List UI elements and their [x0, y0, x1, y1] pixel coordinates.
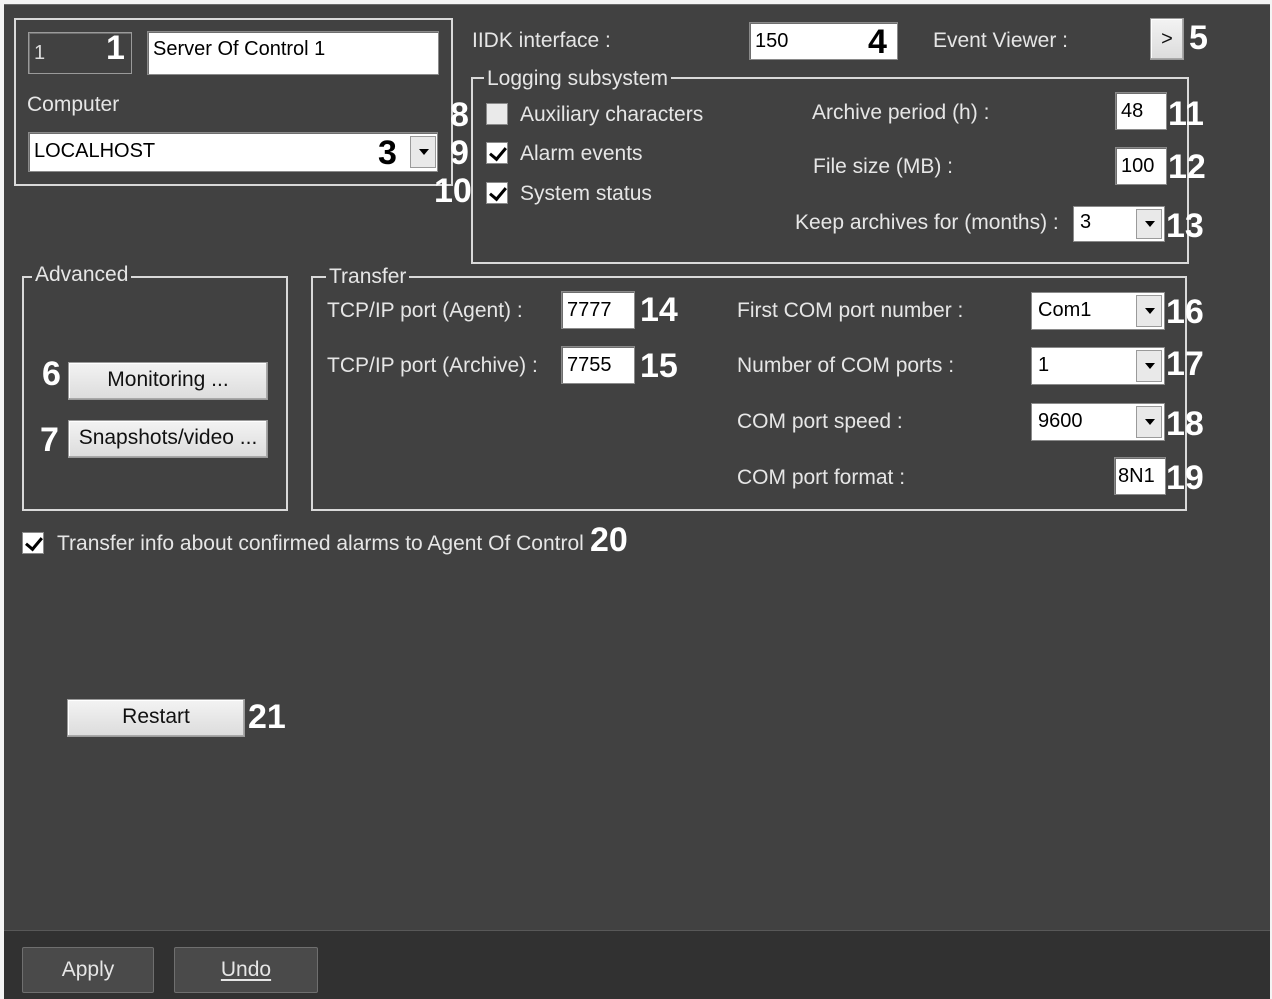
com-speed-value: 9600 [1038, 410, 1083, 432]
callout-18: 18 [1166, 405, 1204, 443]
first-com-label: First COM port number : [737, 299, 964, 322]
keep-archives-label: Keep archives for (months) : [795, 211, 1059, 234]
callout-11: 11 [1168, 95, 1204, 133]
first-com-select[interactable]: Com1 [1031, 292, 1165, 330]
event-viewer-button[interactable]: > [1150, 18, 1184, 60]
num-com-label: Number of COM ports : [737, 354, 955, 377]
com-format-field[interactable]: 8N1 [1114, 457, 1166, 495]
event-viewer-label: Event Viewer : [933, 29, 1069, 52]
num-com-select[interactable]: 1 [1031, 347, 1165, 385]
callout-17: 17 [1166, 345, 1204, 383]
alarm-events-checkbox[interactable] [486, 142, 508, 164]
tcp-archive-field[interactable]: 7755 [561, 346, 635, 384]
chevron-down-icon[interactable] [410, 136, 436, 168]
callout-9: 9 [450, 134, 469, 172]
callout-2: 2 [410, 35, 429, 73]
callout-15: 15 [640, 347, 678, 385]
transfer-confirmed-label: Transfer info about confirmed alarms to … [57, 532, 584, 555]
com-speed-label: COM port speed : [737, 410, 903, 433]
callout-7: 7 [40, 421, 59, 459]
callout-21: 21 [248, 698, 286, 736]
callout-5: 5 [1189, 19, 1208, 57]
chevron-down-icon[interactable] [1136, 209, 1162, 239]
logging-title: Logging subsystem [484, 67, 671, 91]
alarm-events-label: Alarm events [520, 142, 643, 165]
callout-6: 6 [42, 355, 61, 393]
callout-8: 8 [450, 96, 469, 134]
apply-button[interactable]: Apply [22, 947, 154, 993]
callout-1: 1 [106, 29, 125, 67]
undo-button[interactable]: Undo [174, 947, 318, 993]
keep-archives-value: 3 [1080, 211, 1092, 233]
snapshots-video-button[interactable]: Snapshots/video ... [68, 420, 268, 458]
system-status-label: System status [520, 182, 652, 205]
callout-16: 16 [1166, 293, 1204, 331]
computer-dropdown[interactable] [404, 134, 436, 170]
chevron-down-icon[interactable] [1136, 406, 1162, 438]
callout-3: 3 [378, 134, 397, 172]
callout-19: 19 [1166, 459, 1204, 497]
chevron-down-icon[interactable] [1136, 350, 1162, 382]
com-format-label: COM port format : [737, 466, 906, 489]
computer-field[interactable]: LOCALHOST [28, 132, 438, 172]
transfer-title: Transfer [326, 265, 410, 289]
system-status-checkbox[interactable] [486, 182, 508, 204]
callout-13: 13 [1166, 207, 1204, 245]
transfer-confirmed-checkbox[interactable] [22, 532, 44, 554]
archive-period-label: Archive period (h) : [812, 101, 990, 124]
first-com-value: Com1 [1038, 299, 1092, 321]
file-size-label: File size (MB) : [813, 155, 954, 178]
callout-12: 12 [1168, 148, 1206, 186]
advanced-title: Advanced [32, 263, 132, 287]
auxiliary-checkbox[interactable] [486, 103, 508, 125]
callout-10: 10 [434, 172, 472, 210]
chevron-down-icon[interactable] [1136, 295, 1162, 327]
callout-4: 4 [868, 23, 887, 61]
computer-label: Computer [27, 93, 120, 116]
auxiliary-label: Auxiliary characters [520, 103, 704, 126]
keep-archives-select[interactable]: 3 [1073, 206, 1165, 242]
num-com-value: 1 [1038, 354, 1050, 376]
iidk-label: IIDK interface : [472, 29, 611, 52]
com-speed-select[interactable]: 9600 [1031, 403, 1165, 441]
restart-button[interactable]: Restart [67, 699, 245, 737]
server-name-field[interactable]: Server Of Control 1 [147, 31, 439, 75]
callout-14: 14 [640, 291, 678, 329]
monitoring-button[interactable]: Monitoring ... [68, 362, 268, 400]
file-size-field[interactable]: 100 [1115, 147, 1167, 185]
tcp-archive-label: TCP/IP port (Archive) : [327, 354, 538, 377]
archive-period-field[interactable]: 48 [1115, 92, 1167, 130]
callout-20: 20 [590, 521, 628, 559]
tcp-agent-field[interactable]: 7777 [561, 291, 635, 329]
tcp-agent-label: TCP/IP port (Agent) : [327, 299, 523, 322]
